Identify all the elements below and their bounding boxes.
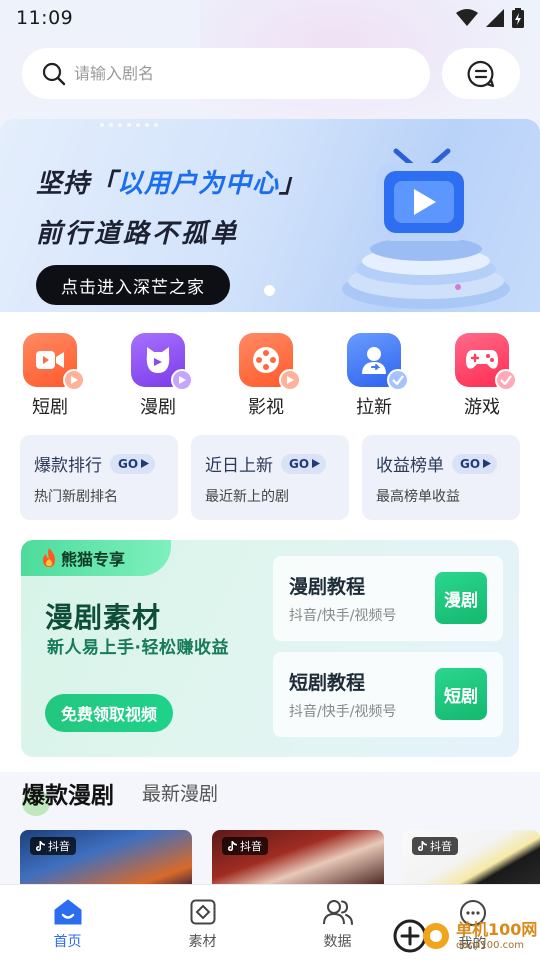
watermark-url: danji100.com [456,939,524,951]
rank-subtitle: 最高榜单收益 [376,489,460,505]
search-input[interactable] [74,64,374,83]
watermark-plus-icon [393,919,449,953]
nav-label: 数据 [323,934,352,950]
category-short-drama[interactable]: 短剧 [18,333,85,419]
play-arrow-icon [141,459,150,468]
rank-title: 近日上新 [205,456,273,476]
panda-subtitle: 新人易上手·轻松赚收益 [47,638,229,658]
search-bar[interactable] [22,48,430,99]
free-video-button[interactable]: 免费领取视频 [45,694,173,732]
watermark-title: 单机100网 [456,919,538,939]
watermark-logo: 单机100网 danji100.com [392,918,537,954]
nav-label: 素材 [188,934,217,950]
material-icon [190,899,215,925]
rank-title-row: 收益榜单 GO [376,451,520,476]
play-badge-icon [279,369,301,391]
douyin-badge: 抖音 [30,837,76,855]
panda-tag: 熊猫专享 [21,540,171,576]
status-bar: 11:09 [0,0,540,36]
category-label: 游戏 [464,397,500,418]
rank-card-hot[interactable]: 爆款排行 GO 热门新剧排名 [20,435,178,520]
film-reel-icon [239,333,301,391]
tab-latest-comic[interactable]: 最新漫剧 [142,779,218,810]
go-badge[interactable]: GO [281,453,327,474]
category-game[interactable]: 游戏 [450,333,517,419]
nav-home[interactable]: 首页 [0,885,135,960]
rank-title-row: 爆款排行 GO [34,451,178,476]
battery-icon [512,8,524,28]
users-data-icon [322,900,353,925]
rank-card-earnings[interactable]: 收益榜单 GO 最高榜单收益 [362,435,520,520]
check-badge-icon [387,369,409,391]
nav-material[interactable]: 素材 [135,885,270,960]
chat-bubble-icon [467,60,495,87]
wifi-icon [456,9,478,26]
category-label: 影视 [248,397,284,418]
category-label: 短剧 [32,397,68,418]
rank-title: 爆款排行 [34,456,102,476]
drama-thumbnail[interactable]: 抖音 [212,830,384,890]
fire-icon [43,548,55,567]
drama-thumbnail[interactable]: 抖音 [20,830,192,890]
invite-user-icon [347,333,409,391]
panda-exclusive-card[interactable]: 熊猫专享 漫剧素材 新人易上手·轻松赚收益 免费领取视频 漫剧教程 抖音/快手/… [21,540,519,757]
gamepad-icon [455,333,517,391]
play-badge-icon [171,369,193,391]
douyin-icon [36,840,45,851]
banner-pager-dot [264,285,275,296]
video-camera-icon [23,333,85,391]
tutorial-card-comic[interactable]: 漫剧教程 抖音/快手/视频号 漫剧 [273,556,503,641]
signal-icon [486,9,504,27]
go-badge[interactable]: GO [110,453,156,474]
category-label: 拉新 [356,397,392,418]
rank-subtitle: 热门新剧排名 [34,489,118,505]
category-comic-drama[interactable]: 漫剧 [126,333,193,419]
category-label: 漫剧 [140,397,176,418]
tab-hot-comic[interactable]: 爆款漫剧 [22,776,114,816]
rank-title: 收益榜单 [376,456,444,476]
rank-title-row: 近日上新 GO [205,451,349,476]
douyin-icon [228,840,237,851]
nav-data[interactable]: 数据 [270,885,405,960]
banner-line1: 坚持「以用户为中心」 [36,169,307,199]
douyin-badge: 抖音 [222,837,268,855]
douyin-icon [418,840,427,851]
play-arrow-icon [312,459,321,468]
tutorial-badge[interactable]: 漫剧 [435,572,487,624]
rank-subtitle: 最近新上的剧 [205,489,289,505]
status-time: 11:09 [16,7,74,29]
go-badge[interactable]: GO [452,453,498,474]
category-invite[interactable]: 拉新 [342,333,409,419]
rank-card-new[interactable]: 近日上新 GO 最近新上的剧 [191,435,349,520]
search-icon [42,62,66,85]
promo-banner[interactable]: 坚持「以用户为中心」 前行道路不孤单 点击进入深芒之家 [0,119,540,312]
home-icon [54,899,81,925]
cartoon-cat-icon [131,333,193,391]
drama-tabs: 爆款漫剧 最新漫剧 [22,776,218,816]
play-arrow-icon [483,459,492,468]
tutorial-badge[interactable]: 短剧 [435,668,487,720]
message-button[interactable] [442,48,520,99]
nav-label: 首页 [53,934,82,950]
tutorial-card-short[interactable]: 短剧教程 抖音/快手/视频号 短剧 [273,652,503,737]
drama-thumbnail[interactable]: 抖音 [402,830,540,890]
check-badge-icon [495,369,517,391]
banner-enter-button[interactable]: 点击进入深芒之家 [36,265,230,305]
banner-line2: 前行道路不孤单 [36,219,240,249]
category-movie[interactable]: 影视 [234,333,301,419]
play-badge-icon [63,369,85,391]
status-icons [456,8,524,28]
douyin-badge: 抖音 [412,837,458,855]
panda-title: 漫剧素材 [45,601,162,634]
banner-decor-dots [100,123,158,127]
tv-illustration-icon [342,148,510,309]
panda-tag-text: 熊猫专享 [61,550,126,569]
